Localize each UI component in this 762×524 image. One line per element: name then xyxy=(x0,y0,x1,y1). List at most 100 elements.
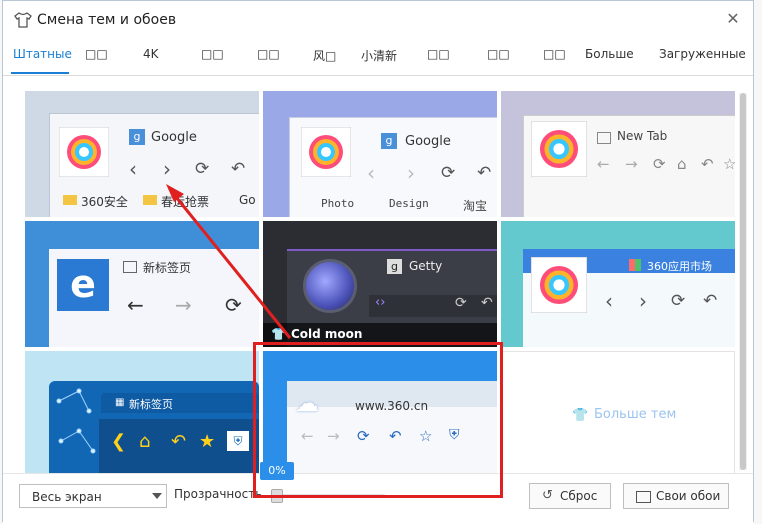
undo-icon: ↶ xyxy=(231,159,246,179)
address-text: Google xyxy=(405,134,451,149)
title-bar: Смена тем и обоев ✕ xyxy=(3,1,753,41)
moon-logo-icon xyxy=(303,259,357,313)
chevron-down-icon xyxy=(152,493,162,499)
forward-icon: › xyxy=(639,289,647,313)
address-text: Google xyxy=(151,130,197,145)
tab-icon xyxy=(123,261,137,273)
star-icon: ☆ xyxy=(419,427,433,445)
address-text: New Tab xyxy=(617,129,668,143)
folder-icon xyxy=(143,195,157,205)
reset-button[interactable]: ↺ Сброс xyxy=(529,483,611,509)
theme-card-6[interactable]: 360应用市场 ‹ › ⟳ ↶ xyxy=(501,221,735,347)
more-themes-card[interactable]: 👕 Больше тем xyxy=(501,351,735,474)
refresh-icon: ⟳ xyxy=(455,295,467,311)
tab-standard[interactable]: Штатные xyxy=(13,47,72,61)
shield-icon: ⛨ xyxy=(449,427,460,443)
theme-card-2[interactable]: g Google ‹ › ⟳ ↶ Photo Design 淘宝 xyxy=(263,91,497,217)
refresh-icon: ⟳ xyxy=(671,291,686,311)
folder-icon xyxy=(63,195,77,205)
address-text: 新标签页 xyxy=(143,261,192,275)
reset-label: Сброс xyxy=(560,489,598,503)
display-mode-value: Весь экран xyxy=(32,490,102,504)
tab-5[interactable]: □□ xyxy=(257,47,280,61)
bookmark-2: 春运抢票 xyxy=(161,195,210,209)
address-text: 360应用市场 xyxy=(647,260,712,273)
refresh-icon: ⟳ xyxy=(441,163,456,183)
undo-icon: ↶ xyxy=(703,291,718,311)
scrollbar[interactable] xyxy=(739,93,747,470)
home-icon: ⌂ xyxy=(139,431,151,452)
back-icon: ← xyxy=(597,155,610,173)
grid-icon: ▦ xyxy=(115,397,125,408)
tab-2[interactable]: □□ xyxy=(85,47,108,61)
forward-icon: › xyxy=(163,157,171,181)
star-icon: ☆ xyxy=(723,155,735,173)
tshirt-icon: 👕 xyxy=(271,327,286,341)
image-icon xyxy=(636,491,651,503)
back-icon: ← xyxy=(127,293,144,317)
address-text: www.360.cn xyxy=(355,399,429,413)
opacity-value-badge: 0% xyxy=(260,462,294,480)
forward-icon: → xyxy=(625,155,638,173)
tab-9[interactable]: □□ xyxy=(487,47,510,61)
bookmark-3: 淘宝 xyxy=(463,199,488,213)
apps-icon xyxy=(629,259,641,271)
tab-more[interactable]: Больше xyxy=(585,47,634,61)
display-mode-select[interactable]: Весь экран xyxy=(19,484,167,508)
browser-logo-icon xyxy=(301,127,351,177)
theme-card-7[interactable]: ▦ 新标签页 ❮ ⌂ ↶ ★ ⛨ xyxy=(25,351,259,474)
scrollbar-thumb[interactable] xyxy=(740,93,746,470)
opacity-slider[interactable] xyxy=(271,489,385,503)
theme-card-8[interactable]: ☁ www.360.cn ← → ⟳ ↶ ☆ ⛨ xyxy=(263,351,497,474)
theme-card-3[interactable]: New Tab ← → ⟳ ⌂ ↶ ☆ xyxy=(501,91,735,217)
star-icon: ★ xyxy=(199,431,216,452)
tab-6[interactable]: 风□ xyxy=(313,47,336,64)
forward-icon: → xyxy=(327,427,340,445)
reset-icon: ↺ xyxy=(542,488,553,503)
tab-4k[interactable]: 4K xyxy=(143,47,159,61)
shield-icon: ⛨ xyxy=(227,431,249,451)
window-title: Смена тем и обоев xyxy=(37,12,177,28)
opacity-slider-handle[interactable] xyxy=(271,489,283,503)
back-icon: ‹ xyxy=(605,289,613,313)
theme-dialog: Смена тем и обоев ✕ Штатные □□ 4K □□ □□ … xyxy=(2,0,754,524)
more-themes-label: Больше тем xyxy=(594,407,677,422)
theme-card-1[interactable]: g Google ‹ › ⟳ ↶ 360安全 春运抢票 Go xyxy=(25,91,259,217)
tab-8[interactable]: □□ xyxy=(427,47,450,61)
tab-icon xyxy=(597,132,611,144)
browser-logo-icon xyxy=(531,257,587,313)
ie-logo-icon: e xyxy=(57,259,109,311)
undo-icon: ↶ xyxy=(171,431,187,452)
bookmark-1: 360安全 xyxy=(81,195,128,209)
forward-icon: › xyxy=(407,161,415,185)
tab-4[interactable]: □□ xyxy=(201,47,224,61)
bookmark-3: Go xyxy=(239,193,256,207)
forward-icon: → xyxy=(175,293,192,317)
bookmark-1: Photo xyxy=(321,197,355,210)
back-icon: ❮ xyxy=(111,431,127,452)
tab-10[interactable]: □□ xyxy=(543,47,566,61)
opacity-label: Прозрачность xyxy=(174,487,263,501)
browser-logo-icon xyxy=(59,127,109,177)
theme-card-5[interactable]: g Getty ‹› ⟳ ↶ 👕 Cold moon xyxy=(263,221,497,347)
own-wallpaper-button[interactable]: Свои обои xyxy=(623,483,729,509)
tab-7[interactable]: 小清新 xyxy=(361,47,397,64)
active-tab-indicator xyxy=(11,72,69,74)
refresh-icon: ⟳ xyxy=(195,159,210,179)
address-text: 新标签页 xyxy=(129,398,173,411)
getty-g-icon: g xyxy=(387,259,402,274)
home-icon: ⌂ xyxy=(677,155,687,173)
cloud-logo-icon: ☁ xyxy=(295,389,319,417)
back-icon: ‹ xyxy=(129,157,137,181)
close-icon[interactable]: ✕ xyxy=(725,11,741,27)
bookmark-2: Design xyxy=(389,197,429,210)
undo-icon: ↶ xyxy=(481,295,493,311)
undo-icon: ↶ xyxy=(477,163,492,183)
back-icon: ‹ xyxy=(367,161,375,185)
google-g-icon: g xyxy=(129,129,145,145)
google-g-icon: g xyxy=(381,133,397,149)
theme-card-4[interactable]: e 新标签页 ← → ⟳ xyxy=(25,221,259,347)
tab-downloaded[interactable]: Загруженные xyxy=(659,47,746,61)
address-text: Getty xyxy=(409,259,443,273)
tab-bar: Штатные □□ 4K □□ □□ 风□ 小清新 □□ □□ □□ Боль… xyxy=(3,41,753,76)
